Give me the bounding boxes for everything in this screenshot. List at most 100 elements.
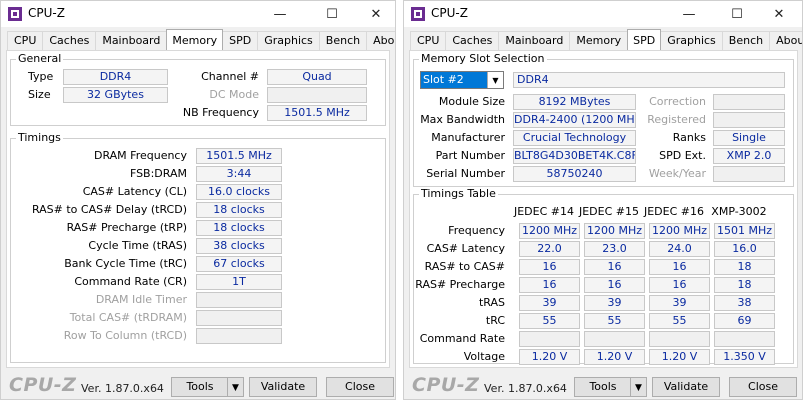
- title-bar[interactable]: CPU-Z — ☐ ✕: [404, 1, 802, 27]
- close-button[interactable]: Close: [326, 377, 394, 397]
- tools-dropdown-button[interactable]: ▼: [630, 377, 647, 397]
- slot-select-value: Slot #2: [423, 73, 464, 86]
- timing-cell: 38: [714, 295, 775, 311]
- tools-button[interactable]: Tools: [574, 377, 632, 397]
- tab-strip: CPU Caches Mainboard Memory SPD Graphics…: [410, 29, 802, 50]
- dcmode-value: [267, 87, 367, 103]
- spd-right-label: Registered: [647, 113, 706, 126]
- tab-graphics[interactable]: Graphics: [257, 31, 320, 50]
- chevron-down-icon: ▼: [487, 72, 503, 88]
- timing-label: Row To Column (tRCD): [63, 329, 187, 342]
- tab-spd[interactable]: SPD: [627, 29, 662, 50]
- tab-about[interactable]: About: [366, 31, 395, 50]
- type-value: DDR4: [63, 69, 168, 85]
- tools-button[interactable]: Tools: [171, 377, 229, 397]
- column-header: JEDEC #14: [513, 205, 574, 218]
- spd-right-label: SPD Ext.: [659, 149, 706, 162]
- timing-cell: 1200 MHz: [649, 223, 710, 239]
- timing-cell: 39: [584, 295, 645, 311]
- timing-cell: 1.350 V: [714, 349, 775, 365]
- nb-frequency-value: 1501.5 MHz: [267, 105, 367, 121]
- tools-dropdown-button[interactable]: ▼: [227, 377, 244, 397]
- timing-label: DRAM Frequency: [93, 149, 187, 162]
- tab-spd[interactable]: SPD: [222, 31, 259, 50]
- timing-cell: 1200 MHz: [519, 223, 580, 239]
- spd-value: 58750240: [513, 166, 636, 182]
- spd-label: Module Size: [438, 95, 505, 108]
- tab-graphics[interactable]: Graphics: [660, 31, 723, 50]
- timing-label: Bank Cycle Time (tRC): [64, 257, 187, 270]
- tab-cpu[interactable]: CPU: [7, 31, 44, 50]
- minimize-icon[interactable]: —: [666, 1, 712, 27]
- timing-row-label: RAS# to CAS#: [424, 260, 505, 273]
- timings-table-group: Timings Table JEDEC #14 JEDEC #15 JEDEC …: [413, 187, 794, 365]
- spd-right-value: [713, 94, 785, 110]
- timing-value: 18 clocks: [196, 202, 282, 218]
- validate-button[interactable]: Validate: [249, 377, 317, 397]
- tab-mainboard[interactable]: Mainboard: [498, 31, 571, 50]
- timings-group: Timings DRAM Frequency 1501.5 MHz FSB:DR…: [10, 131, 386, 363]
- timing-value: [196, 310, 282, 326]
- spd-right-label: Correction: [649, 95, 706, 108]
- cpuz-window-memory: CPU-Z — ☐ ✕ CPU Caches Mainboard Memory …: [0, 0, 396, 400]
- spd-label: Part Number: [435, 149, 505, 162]
- close-icon[interactable]: ✕: [756, 1, 802, 27]
- timings-group-label: Timings: [16, 131, 63, 145]
- timing-value: [196, 292, 282, 308]
- timing-label: Cycle Time (tRAS): [88, 239, 187, 252]
- spd-right-value: [713, 166, 785, 182]
- timing-label: RAS# Precharge (tRP): [66, 221, 187, 234]
- timing-cell: [714, 331, 775, 347]
- spd-right-value: Single: [713, 130, 785, 146]
- timings-table-group-label: Timings Table: [419, 187, 498, 201]
- cpuz-brand-logo: CPU-Z: [9, 374, 77, 396]
- tab-bench[interactable]: Bench: [721, 31, 771, 50]
- tab-cpu[interactable]: CPU: [410, 31, 447, 50]
- spd-value: Crucial Technology: [513, 130, 636, 146]
- maximize-icon[interactable]: ☐: [309, 1, 355, 27]
- tab-caches[interactable]: Caches: [445, 31, 500, 50]
- timing-cell: 18: [714, 277, 775, 293]
- maximize-icon[interactable]: ☐: [714, 1, 760, 27]
- tab-bench[interactable]: Bench: [318, 31, 368, 50]
- validate-button[interactable]: Validate: [652, 377, 720, 397]
- title-bar[interactable]: CPU-Z — ☐ ✕: [1, 1, 395, 27]
- minimize-icon[interactable]: —: [257, 1, 303, 27]
- general-group-label: General: [16, 52, 64, 66]
- tab-about[interactable]: About: [769, 31, 802, 50]
- timing-label: CAS# Latency (CL): [82, 185, 187, 198]
- dropdown-arrow-icon: ▼: [232, 383, 239, 393]
- timing-cell: [649, 331, 710, 347]
- cpuz-brand-logo: CPU-Z: [412, 374, 480, 396]
- timing-cell: 39: [649, 295, 710, 311]
- close-icon[interactable]: ✕: [353, 1, 395, 27]
- type-label: Type: [28, 70, 54, 83]
- timing-value: 1501.5 MHz: [196, 148, 282, 164]
- tab-strip: CPU Caches Mainboard Memory SPD Graphics…: [7, 29, 395, 50]
- window-title: CPU-Z: [431, 6, 468, 20]
- spd-right-value: XMP 2.0: [713, 148, 785, 164]
- cpuz-app-icon: [411, 7, 425, 21]
- slot-select[interactable]: Slot #2 ▼: [420, 71, 504, 89]
- cpuz-window-spd: CPU-Z — ☐ ✕ CPU Caches Mainboard Memory …: [403, 0, 803, 400]
- timing-value: [196, 328, 282, 344]
- tab-memory[interactable]: Memory: [569, 31, 629, 50]
- spd-tab-panel: Memory Slot Selection Slot #2 ▼ DDR4 Mod…: [409, 50, 798, 368]
- size-label: Size: [28, 88, 51, 101]
- timing-cell: 16: [649, 259, 710, 275]
- tab-mainboard[interactable]: Mainboard: [95, 31, 168, 50]
- timing-cell: 1.20 V: [584, 349, 645, 365]
- timing-row-label: RAS# Precharge: [415, 278, 505, 291]
- timing-row-label: tRAS: [478, 296, 505, 309]
- spd-value: BLT8G4D30BET4K.C8FD: [513, 148, 636, 164]
- timing-cell: 16: [584, 259, 645, 275]
- timing-cell: 1.20 V: [649, 349, 710, 365]
- close-button[interactable]: Close: [729, 377, 797, 397]
- timing-label: FSB:DRAM: [129, 167, 187, 180]
- spd-value: 8192 MBytes: [513, 94, 636, 110]
- tab-memory[interactable]: Memory: [166, 29, 224, 50]
- timing-value: 3:44: [196, 166, 282, 182]
- tab-caches[interactable]: Caches: [42, 31, 97, 50]
- timing-label: Total CAS# (tRDRAM): [69, 311, 187, 324]
- spd-label: Manufacturer: [431, 131, 505, 144]
